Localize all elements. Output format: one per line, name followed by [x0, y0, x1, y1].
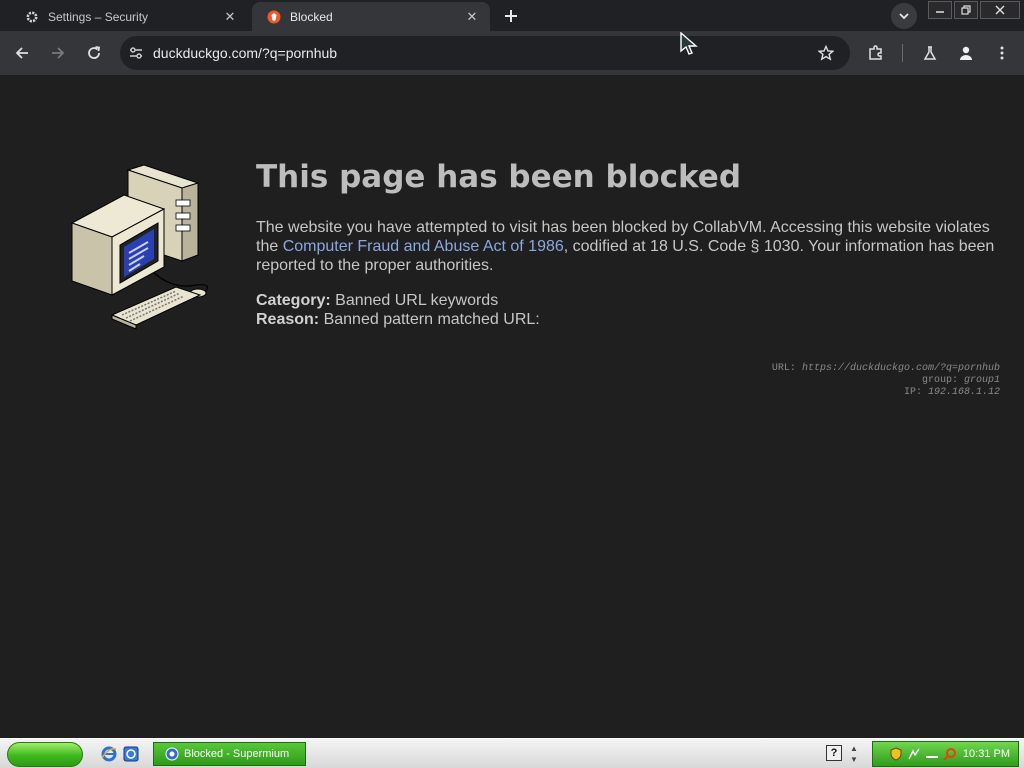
tray-arrows-icon[interactable]: ▲ ▼ — [850, 743, 858, 765]
help-icon[interactable]: ? — [826, 745, 842, 761]
technical-info: URL: https://duckduckgo.com/?q=pornhub g… — [772, 363, 1000, 399]
site-info-icon[interactable] — [126, 43, 146, 63]
browser-toolbar: duckduckgo.com/?q=pornhub — [0, 31, 1024, 75]
tab-label: Blocked — [290, 9, 333, 24]
tech-group-value: group1 — [963, 375, 1000, 386]
tech-group-row: group: group1 — [772, 375, 1000, 387]
restore-button[interactable] — [954, 1, 978, 19]
reason-row: Reason: Banned pattern matched URL: — [256, 310, 540, 329]
profile-icon — [960, 46, 972, 60]
toolbar-separator — [902, 44, 903, 62]
start-button[interactable] — [7, 742, 83, 767]
tab-label: Settings – Security — [48, 9, 149, 24]
category-row: Category: Banned URL keywords — [256, 291, 540, 310]
restore-icon — [961, 5, 971, 15]
close-window-button[interactable] — [980, 1, 1020, 19]
computer-illustration — [70, 165, 209, 330]
reload-icon — [88, 46, 101, 59]
reason-label: Reason: — [256, 311, 320, 328]
flask-icon — [923, 46, 937, 60]
clock: 10:31 PM — [962, 748, 1010, 760]
bookmark-star-icon[interactable] — [816, 43, 836, 63]
chevron-down-icon — [899, 13, 909, 20]
category-value: Banned URL keywords — [335, 292, 499, 309]
labs-button[interactable] — [916, 39, 944, 67]
search-icon[interactable] — [943, 747, 957, 761]
taskbar-item-blocked[interactable]: Blocked - Supermium — [153, 742, 306, 766]
block-details: Category: Banned URL keywords Reason: Ba… — [256, 291, 540, 329]
back-button[interactable] — [8, 39, 36, 67]
taskbar: Blocked - Supermium ? ▲ ▼ 10:31 PM — [0, 738, 1024, 768]
kebab-menu-icon — [1000, 46, 1004, 60]
volume-icon[interactable] — [925, 747, 939, 761]
tab-settings-security[interactable]: Settings – Security ✕ — [10, 2, 248, 31]
tech-url-row: URL: https://duckduckgo.com/?q=pornhub — [772, 363, 1000, 375]
url-text[interactable]: duckduckgo.com/?q=pornhub — [153, 45, 337, 61]
tab-search-button[interactable] — [891, 3, 917, 29]
tech-ip-value: 192.168.1.12 — [927, 387, 1000, 398]
block-description: The website you have attempted to visit … — [256, 218, 1008, 275]
browser-quicklaunch-icon[interactable] — [122, 745, 140, 763]
new-tab-button[interactable] — [498, 4, 524, 28]
brave-icon — [266, 9, 282, 25]
security-shield-icon[interactable] — [889, 747, 903, 761]
network-icon[interactable] — [907, 747, 921, 761]
category-label: Category: — [256, 292, 331, 309]
gear-icon — [24, 9, 40, 25]
window-controls — [928, 1, 1022, 19]
taskbar-item-label: Blocked - Supermium — [184, 748, 290, 760]
reason-value: Banned pattern matched URL: — [323, 311, 540, 328]
page-content: This page has been blocked The website y… — [0, 75, 1024, 738]
reload-button[interactable] — [80, 39, 108, 67]
tech-url-label: URL: — [771, 363, 796, 374]
system-tray: 10:31 PM — [872, 741, 1019, 767]
arrow-right-icon — [52, 47, 65, 59]
extensions-button[interactable] — [862, 39, 890, 67]
supermium-icon — [164, 746, 180, 762]
puzzle-icon — [869, 45, 882, 60]
tech-group-label: group: — [921, 375, 958, 386]
forward-button[interactable] — [44, 39, 72, 67]
law-link[interactable]: Computer Fraud and Abuse Act of 1986 — [283, 238, 564, 255]
tech-ip-row: IP: 192.168.1.12 — [772, 387, 1000, 399]
page-title: This page has been blocked — [256, 159, 742, 195]
close-icon[interactable]: ✕ — [462, 7, 482, 27]
close-icon — [995, 5, 1005, 15]
menu-button[interactable] — [988, 39, 1016, 67]
internet-explorer-icon[interactable] — [100, 745, 118, 763]
mouse-cursor-icon — [680, 32, 698, 55]
close-icon[interactable]: ✕ — [220, 7, 240, 27]
minimize-icon — [936, 11, 944, 13]
tab-blocked[interactable]: Blocked ✕ — [252, 2, 490, 31]
address-bar[interactable]: duckduckgo.com/?q=pornhub — [120, 36, 850, 70]
minimize-button[interactable] — [928, 1, 952, 19]
plus-icon — [505, 10, 517, 22]
tech-url-value: https://duckduckgo.com/?q=pornhub — [801, 363, 1000, 374]
profile-button[interactable] — [952, 39, 980, 67]
tab-strip: Settings – Security ✕ Blocked ✕ — [0, 0, 1024, 31]
arrow-left-icon — [15, 47, 28, 59]
tech-ip-label: IP: — [903, 387, 922, 398]
